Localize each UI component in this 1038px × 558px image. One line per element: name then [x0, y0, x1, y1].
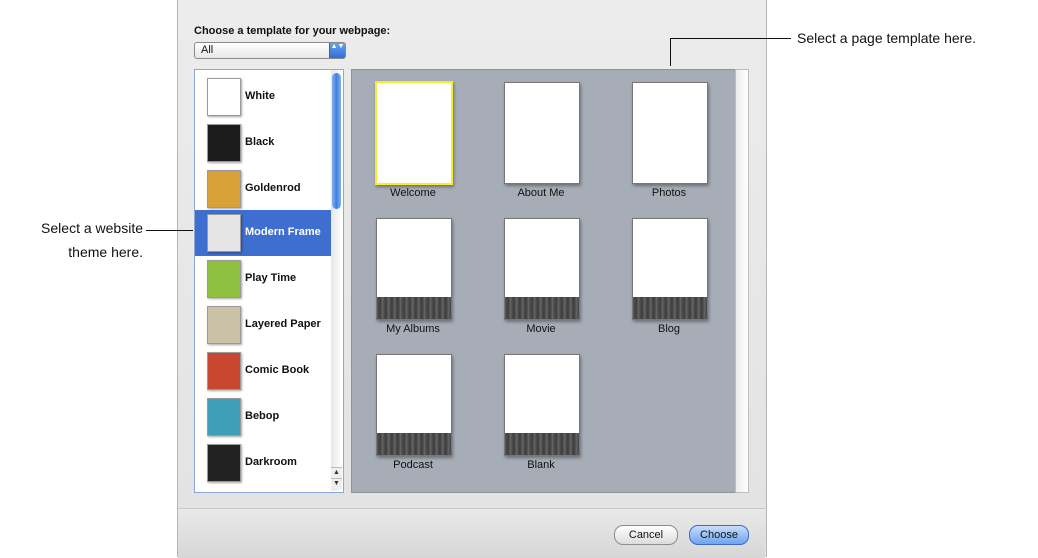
callout-line: [670, 38, 791, 39]
callout-theme-line2: theme here.: [68, 244, 143, 260]
theme-item-comic-book[interactable]: Comic Book: [195, 348, 331, 394]
wood-footer-strip: [377, 433, 451, 455]
page-thumbnail: [376, 218, 452, 320]
page-template-blog[interactable]: Blog: [608, 206, 718, 335]
page-template-label: Photos: [651, 187, 687, 199]
theme-thumbnail-icon: [207, 78, 241, 116]
theme-thumbnail-icon: [207, 398, 241, 436]
category-popup-value: All: [201, 44, 214, 56]
theme-label: Black: [245, 136, 275, 148]
theme-item-goldenrod[interactable]: Goldenrod: [195, 166, 331, 212]
callout-line: [146, 230, 193, 231]
page-template-label: Blog: [657, 323, 681, 335]
page-thumbnail: [376, 354, 452, 456]
wood-footer-strip: [505, 297, 579, 319]
page-thumbnail: [375, 81, 453, 185]
scroll-up-arrow-icon[interactable]: ▲: [331, 467, 342, 478]
theme-item-play-time[interactable]: Play Time: [195, 256, 331, 302]
page-template-photos[interactable]: Photos: [608, 70, 718, 199]
theme-thumbnail-icon: [207, 352, 241, 390]
callout-line: [670, 38, 671, 66]
theme-thumbnail-icon: [207, 306, 241, 344]
cancel-button[interactable]: Cancel: [614, 525, 678, 545]
scrollbar-thumb[interactable]: [332, 73, 341, 209]
theme-label: Modern Frame: [245, 226, 321, 238]
page-template-blank[interactable]: Blank: [480, 342, 590, 471]
category-popup[interactable]: All ▲▼: [194, 42, 346, 59]
theme-list-scrollbar[interactable]: ▲ ▼: [331, 70, 342, 491]
page-template-label: Blank: [527, 459, 555, 471]
page-template-label: Podcast: [393, 459, 433, 471]
choose-button[interactable]: Choose: [689, 525, 749, 545]
page-grid-scrollbar[interactable]: [735, 69, 749, 493]
theme-thumbnail-icon: [207, 444, 241, 482]
theme-label: Goldenrod: [245, 182, 301, 194]
page-template-welcome[interactable]: Welcome: [352, 70, 462, 199]
page-template-movie[interactable]: Movie: [480, 206, 590, 335]
page-template-label: My Albums: [386, 323, 440, 335]
theme-item-layered-paper[interactable]: Layered Paper: [195, 302, 331, 348]
theme-label: Comic Book: [245, 364, 310, 376]
page-thumbnail: [632, 218, 708, 320]
theme-item-darkroom[interactable]: Darkroom: [195, 440, 331, 486]
page-template-grid: Welcome About Me Photos My Albums Movie …: [351, 69, 737, 493]
page-template-podcast[interactable]: Podcast: [352, 342, 462, 471]
theme-item-white[interactable]: White: [195, 74, 331, 120]
theme-label: Bebop: [245, 410, 280, 422]
page-thumbnail: [504, 354, 580, 456]
page-template-my-albums[interactable]: My Albums: [352, 206, 462, 335]
wood-footer-strip: [633, 297, 707, 319]
theme-label: Darkroom: [245, 456, 297, 468]
wood-footer-strip: [505, 433, 579, 455]
theme-list[interactable]: White Black Goldenrod Modern Frame Play …: [194, 69, 344, 493]
page-thumbnail: [632, 82, 708, 184]
theme-label: Play Time: [245, 272, 297, 284]
scroll-down-arrow-icon[interactable]: ▼: [331, 478, 342, 489]
page-template-about-me[interactable]: About Me: [480, 70, 590, 199]
theme-label: White: [245, 90, 275, 102]
page-thumbnail: [504, 218, 580, 320]
callout-theme-line1: Select a website: [41, 220, 143, 236]
theme-item-bebop[interactable]: Bebop: [195, 394, 331, 440]
popup-arrows-icon: ▲▼: [329, 43, 345, 58]
theme-thumbnail-icon: [207, 124, 241, 162]
wood-footer-strip: [377, 297, 451, 319]
page-template-label: Movie: [526, 323, 556, 335]
callout-page-template: Select a page template here.: [797, 30, 977, 46]
theme-thumbnail-icon: [207, 170, 241, 208]
theme-thumbnail-icon: [207, 214, 241, 252]
theme-item-black[interactable]: Black: [195, 120, 331, 166]
theme-label: Layered Paper: [245, 318, 321, 330]
theme-item-modern-frame[interactable]: Modern Frame: [195, 210, 331, 256]
theme-thumbnail-icon: [207, 260, 241, 298]
page-thumbnail: [504, 82, 580, 184]
page-template-label: About Me: [517, 187, 565, 199]
page-template-label: Welcome: [390, 187, 436, 199]
dialog-prompt: Choose a template for your webpage:: [194, 25, 391, 37]
